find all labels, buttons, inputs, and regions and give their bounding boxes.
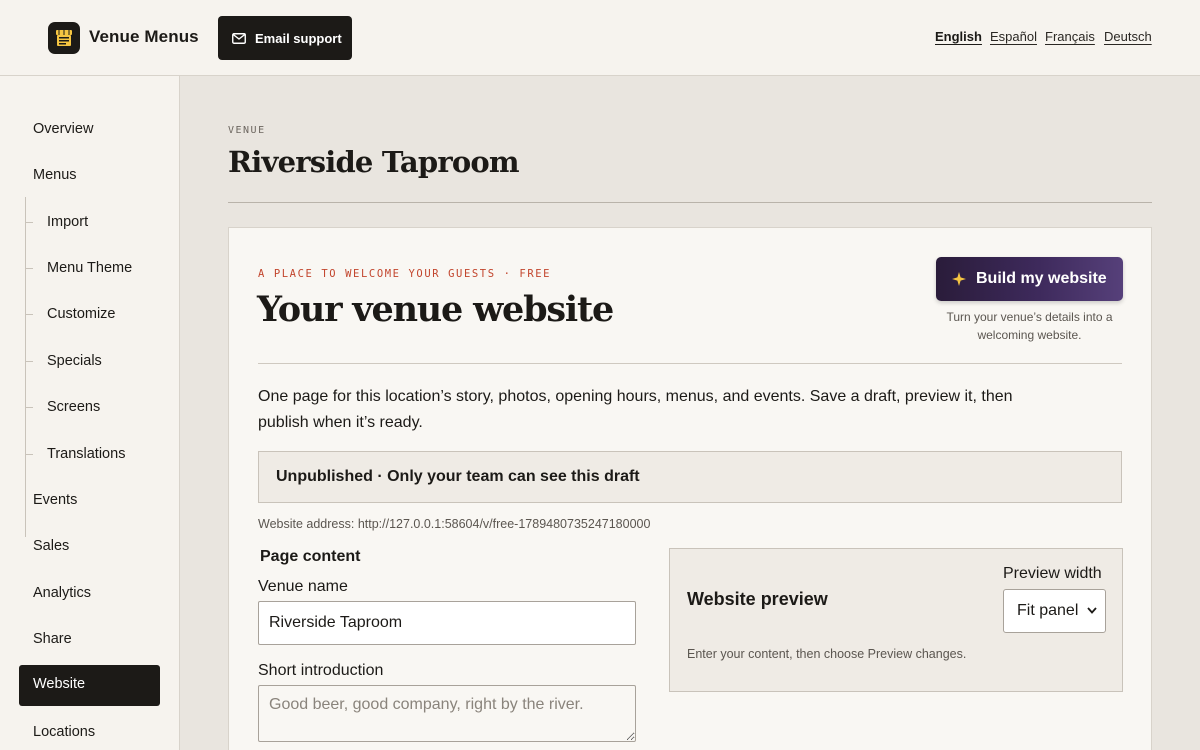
sidebar-item-import[interactable]: Import (47, 214, 88, 230)
short-introduction-label: Short introduction (258, 662, 384, 679)
website-address: Website address: http://127.0.0.1:58604/… (258, 517, 651, 531)
sidebar-item-events[interactable]: Events (33, 492, 77, 508)
submenu-tick (25, 268, 33, 269)
title-divider (228, 202, 1152, 203)
page-title: Riverside Taproom (228, 145, 520, 179)
venue-menus-logo-icon[interactable] (48, 22, 80, 54)
chevron-down-icon (1087, 607, 1097, 614)
build-help-text: Turn your venue’s details into a welcomi… (946, 310, 1113, 342)
submenu-tick (25, 361, 33, 362)
card-kicker: A PLACE TO WELCOME YOUR GUESTS · FREE (258, 268, 552, 280)
lang-deutsch-link[interactable]: Deutsch (1104, 29, 1152, 44)
sidebar-item-sales[interactable]: Sales (33, 538, 69, 554)
status-badge: Unpublished · Only your team can see thi… (258, 451, 1122, 503)
preview-width-label: Preview width (1003, 565, 1102, 582)
sidebar-item-share[interactable]: Share (33, 631, 72, 647)
short-introduction-field[interactable] (258, 685, 636, 742)
sidebar-item-overview[interactable]: Overview (33, 121, 93, 137)
page-content-heading: Page content (260, 548, 361, 565)
preview-hint: Enter your content, then choose Preview … (687, 647, 967, 661)
preview-width-select[interactable]: Fit panel (1003, 589, 1106, 633)
website-card: A PLACE TO WELCOME YOUR GUESTS · FREE Yo… (228, 227, 1152, 750)
build-my-website-button[interactable]: Build my website (936, 257, 1123, 301)
sidebar-item-analytics[interactable]: Analytics (33, 585, 91, 601)
submenu-tick (25, 222, 33, 223)
mail-icon (232, 32, 246, 44)
lang-francais-link[interactable]: Français (1045, 29, 1095, 44)
sidebar-item-customize[interactable]: Customize (47, 306, 116, 322)
email-support-button[interactable]: Email support (218, 16, 352, 60)
card-title: Your venue website (257, 289, 614, 330)
sidebar-item-menus[interactable]: Menus (33, 167, 77, 183)
lang-espanol-link[interactable]: Español (990, 29, 1037, 44)
sidebar-item-label: Website (33, 676, 86, 692)
card-divider (258, 363, 1122, 364)
submenu-tick (25, 454, 33, 455)
venue-name-field[interactable] (258, 601, 636, 645)
submenu-tick (25, 314, 33, 315)
venue-name-label: Venue name (258, 578, 348, 595)
sidebar-item-website[interactable]: Website (19, 665, 160, 706)
preview-width-value: Fit panel (1017, 602, 1079, 619)
sparkle-icon (952, 272, 966, 286)
lang-english-link[interactable]: English (935, 29, 982, 44)
sidebar-item-locations[interactable]: Locations (33, 724, 95, 740)
sidebar-item-specials[interactable]: Specials (47, 353, 102, 369)
preview-title: Website preview (687, 589, 828, 609)
build-my-website-label: Build my website (976, 270, 1107, 287)
sidebar-item-translations[interactable]: Translations (47, 446, 125, 462)
page-eyebrow: VENUE (228, 125, 266, 136)
submenu-guide-line (25, 197, 26, 537)
submenu-tick (25, 407, 33, 408)
sidebar-item-screens[interactable]: Screens (47, 399, 100, 415)
brand-name[interactable]: Venue Menus (89, 27, 199, 47)
top-bar: Venue Menus Email support English Españo… (0, 0, 1200, 76)
website-preview-panel: Website preview Preview width Fit panel … (669, 548, 1123, 692)
email-support-label: Email support (255, 30, 342, 46)
card-intro: One page for this location’s story, phot… (258, 388, 1013, 431)
sidebar-item-menu-theme[interactable]: Menu Theme (47, 260, 132, 276)
sidebar: Overview Menus Import Menu Theme Customi… (0, 76, 180, 750)
